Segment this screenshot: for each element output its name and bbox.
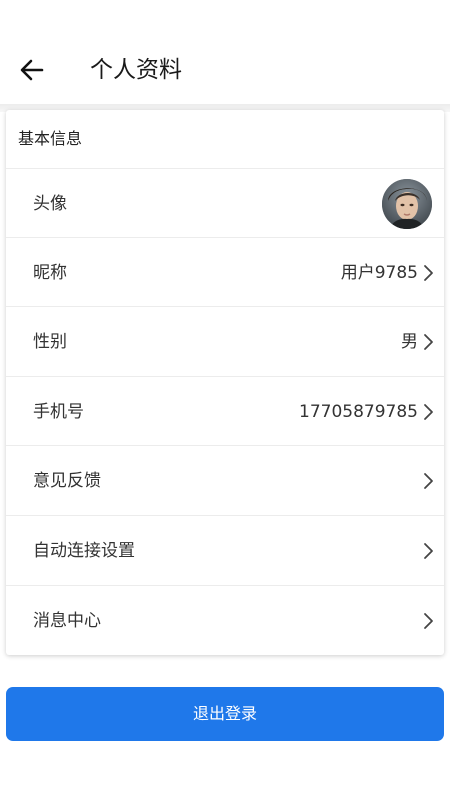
chevron-right-icon xyxy=(422,403,434,421)
chevron-right-icon xyxy=(422,472,434,490)
avatar-photo xyxy=(382,178,432,229)
avatar-row[interactable]: 头像 xyxy=(6,168,444,238)
row-label: 自动连接设置 xyxy=(33,541,135,561)
feedback-row[interactable]: 意见反馈 xyxy=(6,445,444,516)
row-label: 手机号 xyxy=(33,401,84,422)
auto-connect-settings-row[interactable]: 自动连接设置 xyxy=(6,515,444,586)
row-label: 消息中心 xyxy=(33,611,101,631)
row-label: 意见反馈 xyxy=(33,471,101,491)
message-center-row[interactable]: 消息中心 xyxy=(6,585,444,655)
row-label: 昵称 xyxy=(33,262,67,283)
chevron-right-icon xyxy=(422,612,434,630)
page-title: 个人资料 xyxy=(90,57,182,83)
avatar[interactable] xyxy=(382,178,432,229)
row-label: 性别 xyxy=(33,332,67,352)
back-button[interactable] xyxy=(14,52,50,88)
phone-row[interactable]: 手机号 17705879785 xyxy=(6,376,444,446)
logout-button[interactable]: 退出登录 xyxy=(6,687,444,741)
row-value: 17705879785 xyxy=(299,401,418,422)
chevron-right-icon xyxy=(422,542,434,560)
profile-page: 个人资料 基本信息 头像 昵称 用户9785 性别 男 手机号 17705879… xyxy=(0,0,450,800)
gender-row[interactable]: 性别 男 xyxy=(6,306,444,377)
chevron-right-icon xyxy=(422,264,434,282)
row-value: 男 xyxy=(401,332,418,352)
nickname-row[interactable]: 昵称 用户9785 xyxy=(6,237,444,307)
row-value: 用户9785 xyxy=(340,262,418,283)
chevron-right-icon xyxy=(422,333,434,351)
profile-card: 基本信息 头像 昵称 用户9785 性别 男 手机号 17705879785 意… xyxy=(6,110,444,655)
arrow-left-icon xyxy=(20,59,44,81)
app-header: 个人资料 xyxy=(0,0,450,104)
section-title: 基本信息 xyxy=(18,129,83,148)
row-label: 头像 xyxy=(33,193,67,214)
